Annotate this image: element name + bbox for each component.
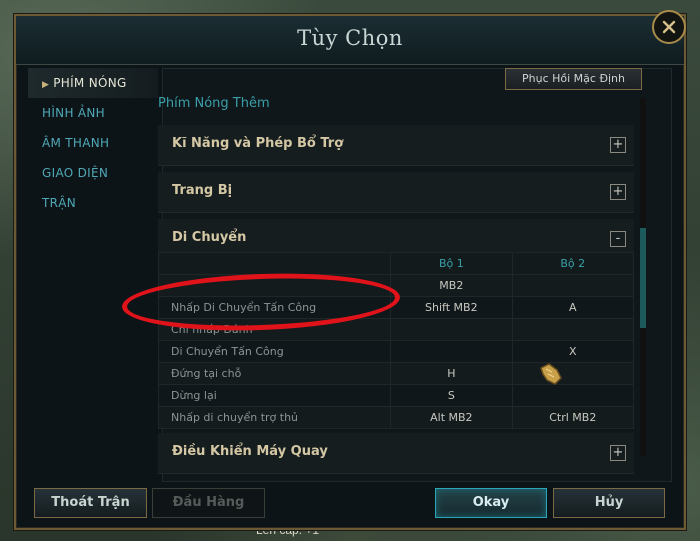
- sidebar-item-label: HÌNH ẢNH: [42, 106, 105, 120]
- sidebar-item-sound[interactable]: ÂM THANH: [28, 128, 158, 158]
- keybind-set2[interactable]: [511, 362, 635, 385]
- movement-keybind-table: Bộ 1 Bộ 2 MB2 Nhấp Di Chuyển Tấn Công Sh…: [157, 252, 635, 429]
- sidebar-item-label: GIAO DIỆN: [42, 166, 109, 180]
- table-header-row: Bộ 1 Bộ 2: [157, 252, 635, 275]
- section-abilities-summoners[interactable]: Kĩ Năng và Phép Bổ Trợ +: [158, 125, 634, 166]
- keybind-set1[interactable]: H: [390, 362, 513, 385]
- keybind-set1[interactable]: Shift MB2: [390, 296, 513, 319]
- section-label: Di Chuyển: [172, 230, 247, 245]
- dialog-titlebar: Tùy Chọn: [16, 16, 684, 65]
- close-icon: [662, 20, 676, 34]
- section-label: Trang Bị: [172, 183, 233, 198]
- keybind-set2[interactable]: [511, 384, 635, 407]
- okay-button[interactable]: Okay: [435, 488, 547, 518]
- expand-icon[interactable]: +: [610, 445, 626, 461]
- section-subheading: Phím Nóng Thêm: [158, 96, 270, 111]
- scrollbar-thumb[interactable]: [640, 228, 646, 328]
- dialog-title: Tùy Chọn: [297, 26, 403, 50]
- sidebar-item-video[interactable]: HÌNH ẢNH: [28, 98, 158, 128]
- action-name: Nhấp di chuyển trợ thủ: [157, 406, 392, 429]
- gauntlet-cursor-icon: [540, 363, 562, 385]
- sidebar-item-label: TRẬN: [42, 196, 77, 210]
- column-header-set1: Bộ 1: [390, 252, 513, 275]
- keybind-set2[interactable]: [511, 274, 635, 297]
- section-items[interactable]: Trang Bị +: [158, 172, 634, 213]
- table-row: Nhấp Di Chuyển Tấn Công Shift MB2 A: [157, 296, 635, 319]
- action-name: Nhấp Di Chuyển Tấn Công: [157, 296, 392, 319]
- keybind-set2[interactable]: A: [511, 296, 635, 319]
- section-camera-control[interactable]: Điều Khiển Máy Quay +: [158, 433, 634, 474]
- section-label: Điều Khiển Máy Quay: [172, 444, 328, 459]
- keybind-set1[interactable]: Alt MB2: [390, 406, 513, 429]
- action-name: [157, 274, 392, 297]
- close-button[interactable]: [652, 10, 686, 44]
- action-name: Chỉ nhấp Đánh: [157, 318, 392, 341]
- chevron-right-icon: ▶: [42, 80, 50, 90]
- cancel-button[interactable]: Hủy: [553, 488, 665, 518]
- keybind-set2[interactable]: [511, 318, 635, 341]
- keybind-set2[interactable]: X: [511, 340, 635, 363]
- quit-game-button[interactable]: Thoát Trận: [34, 488, 147, 518]
- options-sidebar: ▶ PHÍM NÓNG HÌNH ẢNH ÂM THANH GIAO DIỆN T…: [28, 68, 158, 218]
- action-name: Dừng lại: [157, 384, 392, 407]
- action-name: Di Chuyển Tấn Công: [157, 340, 392, 363]
- table-row: MB2: [157, 274, 635, 297]
- sidebar-item-label: ÂM THANH: [42, 136, 110, 150]
- sidebar-item-interface[interactable]: GIAO DIỆN: [28, 158, 158, 188]
- sidebar-item-game[interactable]: TRẬN: [28, 188, 158, 218]
- surrender-button[interactable]: Đầu Hàng: [152, 488, 265, 518]
- column-header-set2: Bộ 2: [511, 252, 635, 275]
- keybind-set1[interactable]: [390, 340, 513, 363]
- expand-icon[interactable]: +: [610, 184, 626, 200]
- action-name: Đứng tại chỗ: [157, 362, 392, 385]
- sidebar-item-hotkeys[interactable]: ▶ PHÍM NÓNG: [28, 68, 158, 98]
- keybind-set1[interactable]: S: [390, 384, 513, 407]
- section-label: Kĩ Năng và Phép Bổ Trợ: [172, 136, 344, 151]
- keybind-set1[interactable]: [390, 318, 513, 341]
- column-header-action: [157, 252, 392, 275]
- sidebar-item-label: PHÍM NÓNG: [53, 76, 127, 90]
- table-row: Nhấp di chuyển trợ thủ Alt MB2 Ctrl MB2: [157, 406, 635, 429]
- restore-defaults-button[interactable]: Phục Hồi Mặc Định: [505, 68, 642, 90]
- table-row: Chỉ nhấp Đánh: [157, 318, 635, 341]
- collapse-icon[interactable]: -: [610, 231, 626, 247]
- keybind-set2[interactable]: Ctrl MB2: [511, 406, 635, 429]
- expand-icon[interactable]: +: [610, 137, 626, 153]
- keybind-set1[interactable]: MB2: [390, 274, 513, 297]
